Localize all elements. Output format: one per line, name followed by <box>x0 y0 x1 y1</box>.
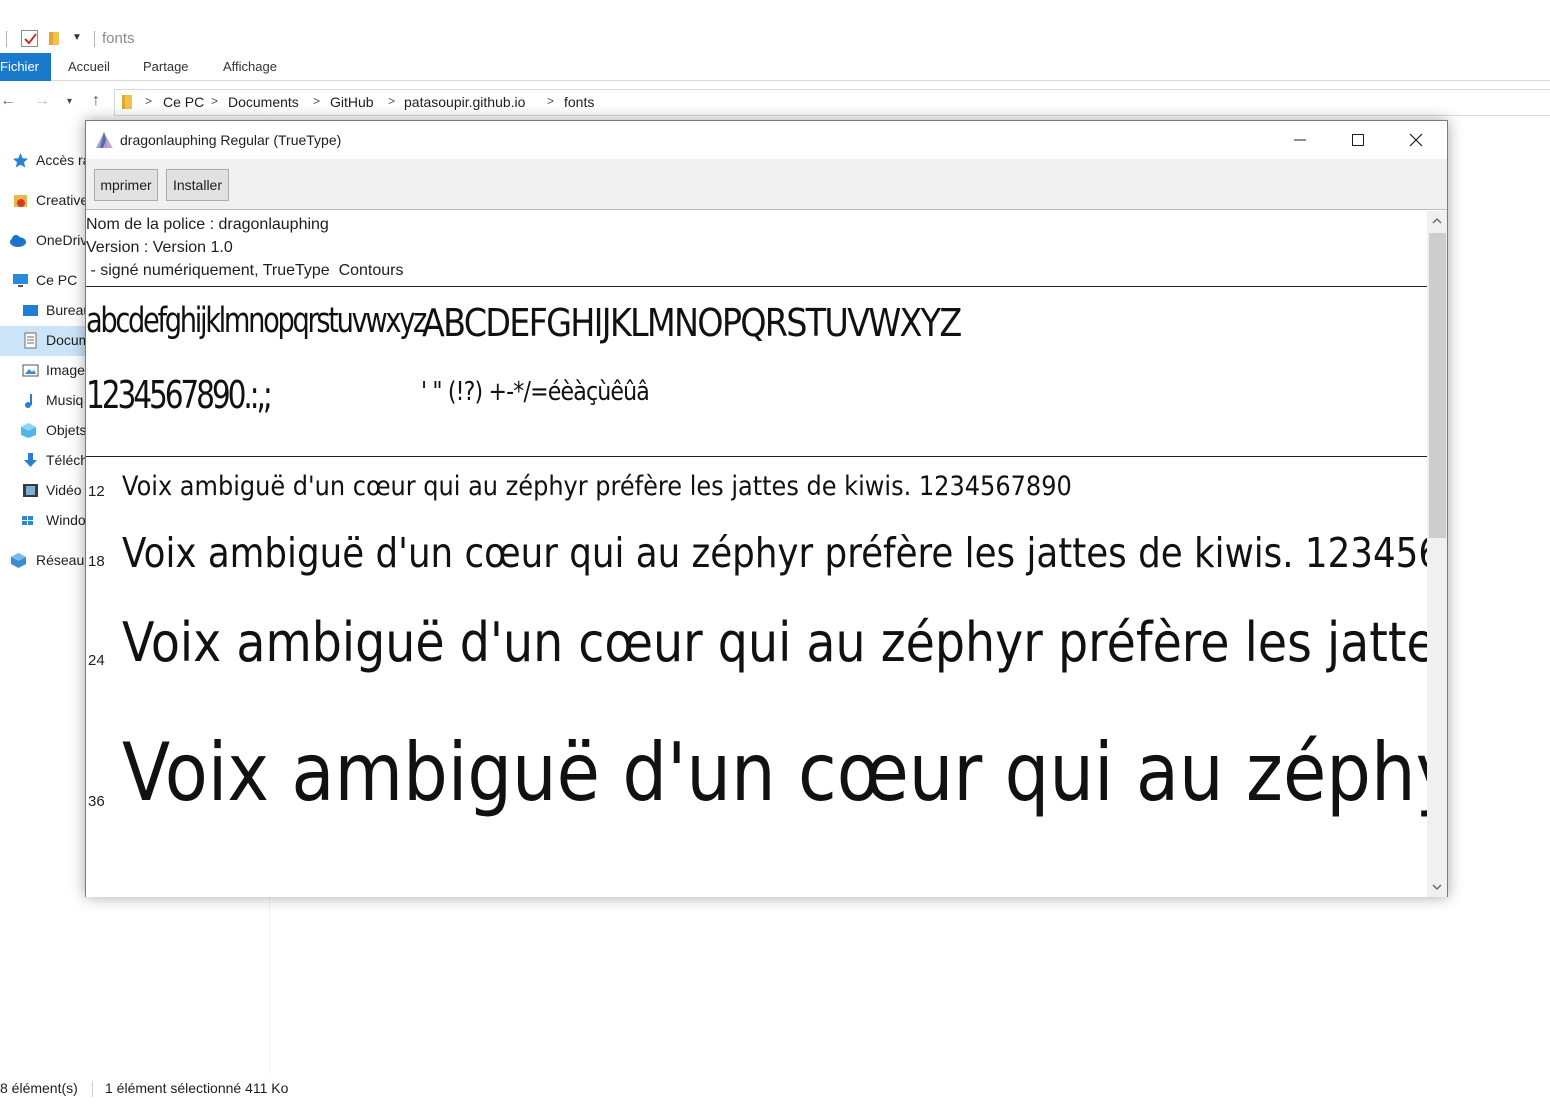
chevron-right-icon[interactable]: > <box>211 94 218 108</box>
chevron-right-icon[interactable]: > <box>388 94 395 108</box>
sample-text: Voix ambiguë d'un cœur qui au zéphyr pré… <box>122 529 1427 577</box>
charset-uppercase: ABCDEFGHIJKLMNOPQRSTUVWXYZ <box>422 301 962 345</box>
windows-drive-icon <box>22 516 33 525</box>
maximize-icon <box>1352 134 1364 146</box>
quick-access-toolbar: ▼ fonts <box>0 26 1550 52</box>
image-icon <box>22 364 39 377</box>
sample-size-label: 24 <box>88 652 105 669</box>
sample-text: Voix ambiguë d'un cœur qui au zéphyr pré… <box>122 611 1427 674</box>
scroll-thumb[interactable] <box>1429 233 1446 538</box>
font-info: Nom de la police : dragonlauphing Version… <box>86 213 404 282</box>
customize-dropdown-icon[interactable]: ▼ <box>72 32 82 43</box>
minimize-icon <box>1294 139 1306 141</box>
font-version: Version : Version 1.0 <box>86 239 233 256</box>
new-folder-icon[interactable] <box>47 31 61 46</box>
film-icon <box>23 484 38 497</box>
divider <box>86 456 1427 457</box>
separator <box>6 31 7 47</box>
address-bar[interactable]: > Ce PC > Documents > GitHub > patasoupi… <box>114 89 1550 116</box>
font-name: Nom de la police : dragonlauphing <box>86 216 329 233</box>
chevron-right-icon[interactable]: > <box>145 94 152 108</box>
install-button[interactable]: Installer <box>166 169 229 201</box>
network-icon <box>11 553 26 568</box>
navigation-row: ← → ▾ ↑ > Ce PC > Documents > GitHub > p… <box>0 88 1550 118</box>
font-viewer-app-icon <box>96 132 113 148</box>
tab-affichage[interactable]: Affichage <box>223 53 277 81</box>
breadcrumb-ce-pc[interactable]: Ce PC <box>163 94 204 110</box>
item-count: 8 élément(s) <box>0 1080 78 1096</box>
chevron-down-icon <box>1432 884 1442 890</box>
viewer-toolbar: mprimer Installer <box>86 159 1447 210</box>
sample-text: Voix ambiguë d'un cœur qui au zéphyr pré… <box>122 471 1072 502</box>
font-flags: - signé numériquement, TrueType Contours <box>86 262 404 279</box>
up-arrow-icon[interactable]: ↑ <box>92 92 100 110</box>
close-icon <box>1409 133 1423 147</box>
tab-partage[interactable]: Partage <box>143 53 189 81</box>
breadcrumb-documents[interactable]: Documents <box>228 94 299 110</box>
sample-size-label: 18 <box>88 553 105 570</box>
creative-cloud-icon <box>14 195 27 207</box>
computer-icon <box>13 274 28 287</box>
desktop-icon <box>23 305 38 316</box>
sample-size-label: 12 <box>88 483 105 500</box>
charset-lowercase: abcdefghijklmnopqrstuvwxyz <box>86 301 427 341</box>
maximize-button[interactable] <box>1329 121 1387 159</box>
sample-size-label: 36 <box>88 793 105 810</box>
font-preview-content[interactable]: Nom de la police : dragonlauphing Version… <box>86 211 1427 897</box>
sample-text: Voix ambiguë d'un cœur qui au zéphyr pré… <box>122 726 1427 819</box>
music-note-icon <box>25 394 32 408</box>
forward-arrow-icon[interactable]: → <box>34 92 50 110</box>
scroll-up-button[interactable] <box>1427 211 1447 231</box>
ribbon-tabs: Fichier Accueil Partage Affichage <box>0 53 1550 81</box>
print-button[interactable]: mprimer <box>94 169 158 201</box>
folder-icon <box>122 95 132 109</box>
document-icon <box>24 332 37 349</box>
status-bar: 8 élément(s) 1 élément sélectionné 411 K… <box>0 1078 1550 1100</box>
properties-icon[interactable] <box>21 30 38 47</box>
separator <box>94 31 95 47</box>
breadcrumb-patasoupir[interactable]: patasoupir.github.io <box>404 94 525 110</box>
separator <box>92 1081 93 1097</box>
charset-symbols: ' " (!?) +-*/=éèàçùêûâ <box>421 377 650 407</box>
character-set: abcdefghijklmnopqrstuvwxyz ABCDEFGHIJKLM… <box>86 285 1427 455</box>
window-title: dragonlauphing Regular (TrueType) <box>120 132 342 148</box>
cloud-icon <box>10 235 26 247</box>
chevron-right-icon[interactable]: > <box>313 94 320 108</box>
back-arrow-icon[interactable]: ← <box>0 92 16 110</box>
breadcrumb-fonts[interactable]: fonts <box>564 94 594 110</box>
chevron-right-icon[interactable]: > <box>547 94 554 108</box>
vertical-scrollbar[interactable] <box>1427 211 1447 897</box>
close-button[interactable] <box>1387 121 1445 159</box>
chevron-up-icon <box>1432 218 1442 224</box>
minimize-button[interactable] <box>1271 121 1329 159</box>
window-title: fonts <box>102 30 135 47</box>
selection-status: 1 élément sélectionné 411 Ko <box>105 1080 289 1096</box>
star-icon <box>13 153 28 168</box>
cube-icon <box>21 423 36 438</box>
font-viewer-window: dragonlauphing Regular (TrueType) mprime… <box>85 120 1448 897</box>
tab-fichier[interactable]: Fichier <box>0 53 51 81</box>
scroll-down-button[interactable] <box>1427 877 1447 897</box>
breadcrumb-github[interactable]: GitHub <box>330 94 374 110</box>
charset-digits: 1234567890.:,; <box>86 373 273 417</box>
recent-locations-chevron-icon[interactable]: ▾ <box>67 96 72 107</box>
title-bar[interactable]: dragonlauphing Regular (TrueType) <box>86 121 1447 159</box>
download-arrow-icon <box>24 453 37 467</box>
tab-accueil[interactable]: Accueil <box>68 53 110 81</box>
